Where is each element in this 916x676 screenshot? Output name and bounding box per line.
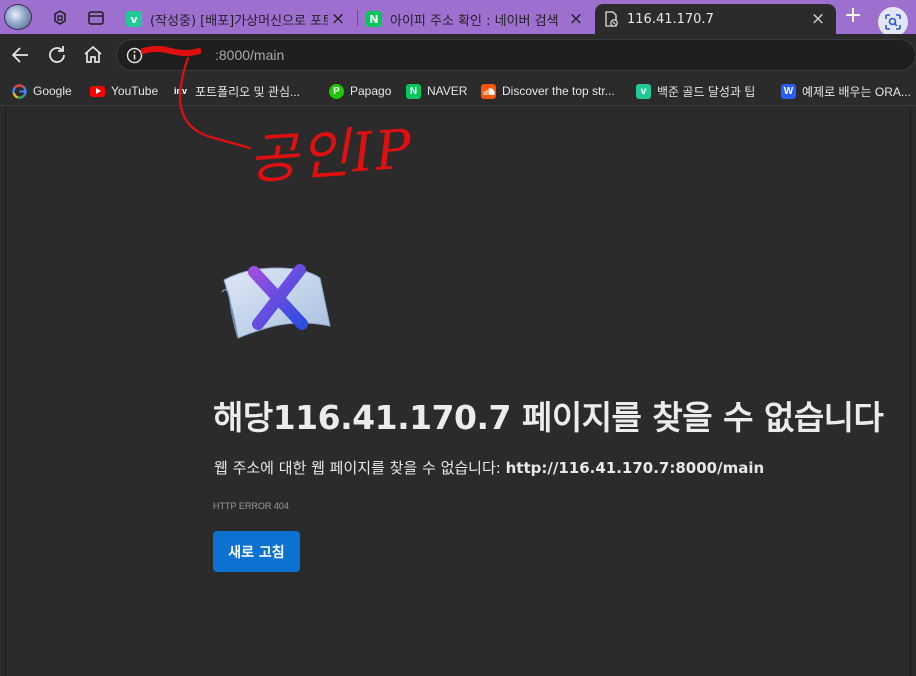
bookmarks-bar: Google YouTube inv 포트폴리오 및 관심... P Papag… [0,76,916,106]
bookmark-youtube[interactable]: YouTube [90,82,158,100]
inv-icon: inv [174,86,188,96]
naver-icon: N [406,83,421,99]
tab-actions-icon[interactable] [86,8,106,28]
tab-active[interactable]: 116.41.170.7 × [595,4,836,34]
error-description-text: 웹 주소에 대한 웹 페이지를 찾을 수 없습니다: [214,459,506,477]
bookmark-label: Papago [350,84,392,98]
papago-icon: P [329,83,344,99]
reload-button[interactable]: 새로 고침 [213,531,300,572]
error-title: 해당116.41.170.7 페이지를 찾을 수 없습니다 [213,398,884,437]
page-not-found-icon [221,264,331,339]
error-url: http://116.41.170.7:8000/main [505,459,765,477]
bookmark-baekjoon[interactable]: v 백준 골드 달성과 팁 [636,82,755,100]
google-icon [12,83,27,99]
naver-icon: N [366,11,382,27]
annotation-label: 공인IP [246,117,416,192]
bookmark-label: Discover the top str... [502,84,615,98]
visual-search-button[interactable] [878,7,908,37]
redacted-ip-scribble [141,46,201,56]
close-icon[interactable]: × [566,9,586,29]
profile-avatar[interactable] [4,4,32,30]
w-icon: W [781,83,796,99]
workspaces-icon[interactable] [50,8,70,28]
navigation-toolbar: :8000/main [0,34,916,76]
visual-search-icon [885,14,901,30]
address-bar[interactable]: :8000/main [116,39,916,71]
error-code: HTTP ERROR 404 [213,501,289,511]
new-tab-button[interactable]: + [841,5,865,29]
bookmark-label: 예제로 배우는 ORA... [802,84,911,99]
bookmark-oracle[interactable]: W 예제로 배우는 ORA... [781,82,911,100]
home-icon[interactable] [82,44,104,66]
youtube-icon [90,85,105,97]
close-icon[interactable]: × [328,9,348,29]
bookmark-soundcloud[interactable]: Discover the top str... [481,82,615,100]
tab-strip: v (작성중) [배포]가상머신으로 포트 × N 아이피 주소 확인 : 네이… [0,0,916,37]
bookmark-label: YouTube [111,84,159,98]
page-error-icon [605,11,618,27]
bookmark-label: Google [33,84,72,98]
bookmark-naver[interactable]: N NAVER [406,82,467,100]
soundcloud-icon [481,83,496,99]
tab-velog-post[interactable]: v (작성중) [배포]가상머신으로 포트 × [118,4,356,34]
bookmark-label: NAVER [427,84,468,98]
bookmark-label: 포트폴리오 및 관심... [195,84,300,99]
close-icon[interactable]: × [808,9,828,29]
back-arrow-icon[interactable] [10,44,32,66]
tab-naver-search[interactable]: N 아이피 주소 확인 : 네이버 검색 × [358,4,594,34]
bookmark-google[interactable]: Google [12,82,72,100]
tab-label: (작성중) [배포]가상머신으로 포트 [150,13,328,29]
bookmark-portfolio[interactable]: inv 포트폴리오 및 관심... [174,82,300,100]
bookmark-label: 백준 골드 달성과 팁 [657,84,756,99]
tab-label: 아이피 주소 확인 : 네이버 검색 [390,13,559,29]
url-text: :8000/main [215,47,285,63]
tab-label: 116.41.170.7 [627,11,714,27]
reload-icon[interactable] [46,44,68,66]
v-icon: v [126,11,142,27]
error-description: 웹 주소에 대한 웹 페이지를 찾을 수 없습니다: http://116.41… [214,457,764,478]
bookmark-papago[interactable]: P Papago [329,82,391,100]
v-icon: v [636,83,651,99]
